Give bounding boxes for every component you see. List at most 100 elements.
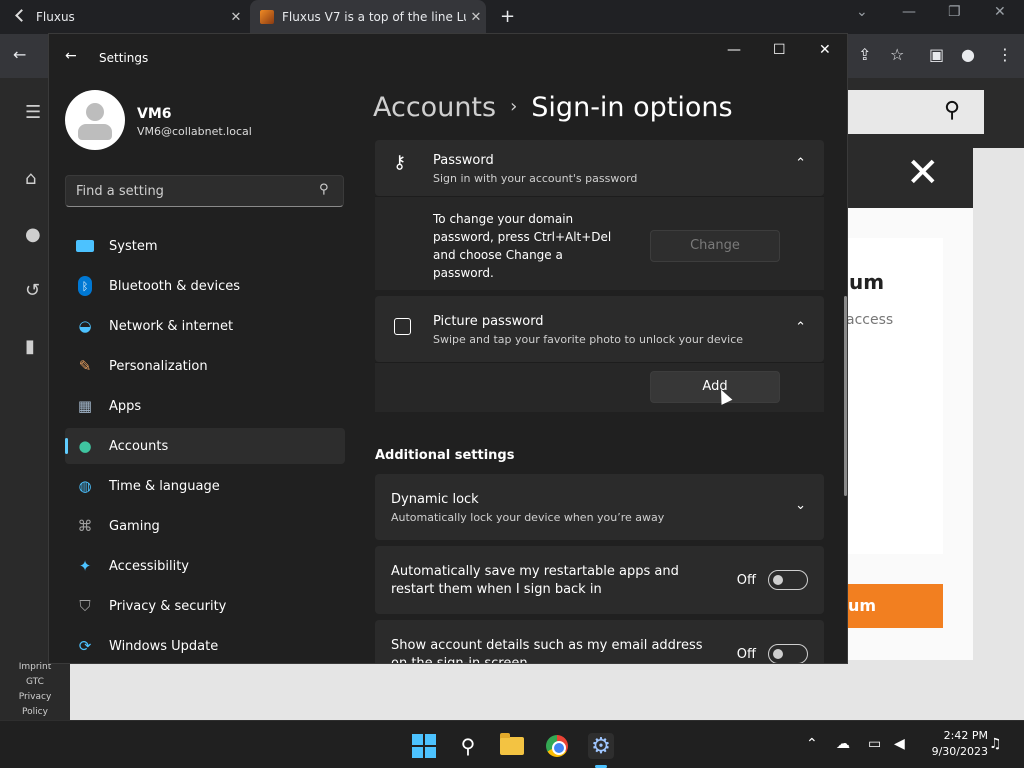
- search-input[interactable]: [65, 175, 344, 207]
- sidebar-item-label: Bluetooth & devices: [109, 278, 240, 294]
- avatar[interactable]: [65, 90, 125, 150]
- bookmark-icon[interactable]: ▮: [25, 336, 35, 357]
- chevron-up-icon[interactable]: ⌃: [806, 736, 818, 752]
- settings-content: ⚷ Password Sign in with your account's p…: [375, 140, 824, 663]
- browser-restore-button[interactable]: ❐: [948, 4, 961, 20]
- gamepad-icon: ⌘: [77, 517, 93, 535]
- back-arrow-icon[interactable]: ←: [65, 48, 77, 64]
- browser-tab-bar: Fluxus ✕ Fluxus V7 is a top of the line …: [0, 0, 1024, 34]
- auto-save-toggle[interactable]: [768, 570, 808, 590]
- profile-icon[interactable]: ●: [961, 45, 975, 64]
- sidebar-item-bluetooth[interactable]: ᛒ Bluetooth & devices: [65, 268, 345, 304]
- footer-link[interactable]: Policy: [10, 705, 60, 720]
- footer-link[interactable]: Privacy: [10, 690, 60, 705]
- network-icon[interactable]: ▭: [868, 736, 881, 752]
- webpage-search-box[interactable]: [848, 90, 984, 134]
- sidebar-item-accessibility[interactable]: ✦ Accessibility: [65, 548, 345, 584]
- bluetooth-icon: ᛒ: [75, 276, 95, 296]
- picture-password-card[interactable]: Picture password Swipe and tap your favo…: [375, 296, 824, 362]
- share-icon[interactable]: ⇪: [858, 45, 871, 64]
- add-picture-password-button[interactable]: Add: [650, 371, 780, 403]
- new-tab-button[interactable]: +: [500, 6, 515, 27]
- sidebar-item-time-language[interactable]: ◍ Time & language: [65, 468, 345, 504]
- sidebar-item-apps[interactable]: ▦ Apps: [65, 388, 345, 424]
- windows-logo-icon: [412, 734, 436, 758]
- accessibility-icon: ✦: [78, 557, 92, 575]
- back-arrow-icon[interactable]: ←: [13, 45, 26, 64]
- chevron-up-icon[interactable]: ⌃: [795, 156, 806, 171]
- change-password-button[interactable]: Change: [650, 230, 780, 262]
- file-explorer-button[interactable]: [499, 733, 525, 759]
- globe-icon: ◍: [78, 477, 92, 495]
- settings-taskbar-button[interactable]: ⚙: [588, 733, 614, 759]
- user-name: VM6: [137, 106, 172, 122]
- account-details-toggle[interactable]: [768, 644, 808, 663]
- close-icon[interactable]: ✕: [226, 10, 246, 25]
- browser-close-button[interactable]: ✕: [994, 4, 1006, 20]
- chevron-down-icon[interactable]: ⌄: [795, 498, 806, 513]
- dynamic-lock-card[interactable]: Dynamic lock Automatically lock your dev…: [375, 474, 824, 540]
- account-details-card: Show account details such as my email ad…: [375, 620, 824, 663]
- chevron-up-icon[interactable]: ⌃: [795, 320, 806, 335]
- close-icon[interactable]: ✕: [906, 150, 940, 196]
- sidebar-item-label: Windows Update: [109, 638, 219, 654]
- sidebar-item-privacy-security[interactable]: ⛉ Privacy & security: [65, 588, 345, 624]
- fluxus-icon: [14, 10, 28, 24]
- modal-action-button[interactable]: um: [848, 584, 943, 628]
- notification-bell-icon[interactable]: ♫: [989, 736, 1002, 752]
- chrome-button[interactable]: [544, 733, 570, 759]
- breadcrumb-parent[interactable]: Accounts: [373, 92, 496, 123]
- home-icon[interactable]: ⌂: [25, 168, 36, 189]
- history-icon[interactable]: ↺: [25, 280, 40, 301]
- account-icon: ●: [78, 437, 92, 455]
- sidebar-item-label: Network & internet: [109, 318, 234, 334]
- additional-settings-label: Additional settings: [375, 448, 515, 463]
- app-title: Settings: [99, 51, 149, 65]
- sidebar-item-label: Accounts: [109, 438, 169, 454]
- sidebar-item-network[interactable]: ◒ Network & internet: [65, 308, 345, 344]
- footer-link[interactable]: GTC: [10, 675, 60, 690]
- user-email: VM6@collabnet.local: [137, 125, 252, 138]
- sidebar-item-windows-update[interactable]: ⟳ Windows Update: [65, 628, 345, 663]
- avatar-body: [78, 124, 112, 140]
- sidebar-item-accounts[interactable]: ● Accounts: [65, 428, 345, 464]
- sidebar-item-system[interactable]: System: [65, 228, 345, 264]
- breadcrumb-separator-icon: ›: [510, 96, 518, 117]
- taskbar-clock[interactable]: 2:42 PM 9/30/2023: [918, 728, 988, 760]
- browser-tab-fluxus[interactable]: Fluxus ✕: [14, 0, 246, 34]
- auto-save-title: Automatically save my restartable apps a…: [391, 564, 679, 597]
- browser-minimize-button[interactable]: —: [902, 4, 916, 20]
- password-title: Password: [433, 153, 494, 168]
- dynamic-lock-desc: Automatically lock your device when you’…: [391, 511, 665, 524]
- maximize-button[interactable]: ☐: [773, 42, 786, 58]
- sidebar-item-gaming[interactable]: ⌘ Gaming: [65, 508, 345, 544]
- apps-icon: ▦: [77, 397, 93, 415]
- avatar-head: [86, 103, 104, 121]
- auto-save-card: Automatically save my restartable apps a…: [375, 546, 824, 614]
- search-icon[interactable]: ⚲: [455, 733, 481, 759]
- sidebar-item-personalization[interactable]: ✎ Personalization: [65, 348, 345, 384]
- clock-date: 9/30/2023: [931, 745, 988, 758]
- wifi-icon: ◒: [78, 317, 92, 335]
- password-card[interactable]: ⚷ Password Sign in with your account's p…: [375, 140, 824, 196]
- close-icon[interactable]: ✕: [466, 10, 486, 25]
- breadcrumb: Accounts › Sign-in options: [373, 92, 733, 123]
- tab-search-icon[interactable]: ⌄: [856, 4, 868, 20]
- system-icon: [75, 236, 95, 256]
- search-icon: ⚲: [319, 182, 329, 197]
- scrollbar[interactable]: [844, 296, 847, 496]
- update-icon: ⟳: [78, 637, 92, 655]
- hamburger-icon[interactable]: ☰: [25, 102, 41, 123]
- search-icon[interactable]: ⚲: [944, 98, 960, 123]
- menu-dots-icon[interactable]: ⋮: [997, 45, 1013, 64]
- volume-icon[interactable]: ◀: [894, 736, 905, 752]
- star-icon[interactable]: ☆: [890, 45, 904, 64]
- settings-window: ← Settings — ☐ ✕ VM6 VM6@collabnet.local…: [48, 33, 848, 664]
- close-button[interactable]: ✕: [819, 42, 831, 58]
- start-button[interactable]: [411, 733, 437, 759]
- minimize-button[interactable]: —: [727, 42, 741, 58]
- browser-tab-fluxus-v7[interactable]: Fluxus V7 is a top of the line Lua ✕: [250, 0, 486, 34]
- side-panel-icon[interactable]: ▣: [929, 45, 944, 64]
- onedrive-icon[interactable]: ☁: [836, 736, 850, 752]
- user-icon[interactable]: ●: [25, 224, 41, 245]
